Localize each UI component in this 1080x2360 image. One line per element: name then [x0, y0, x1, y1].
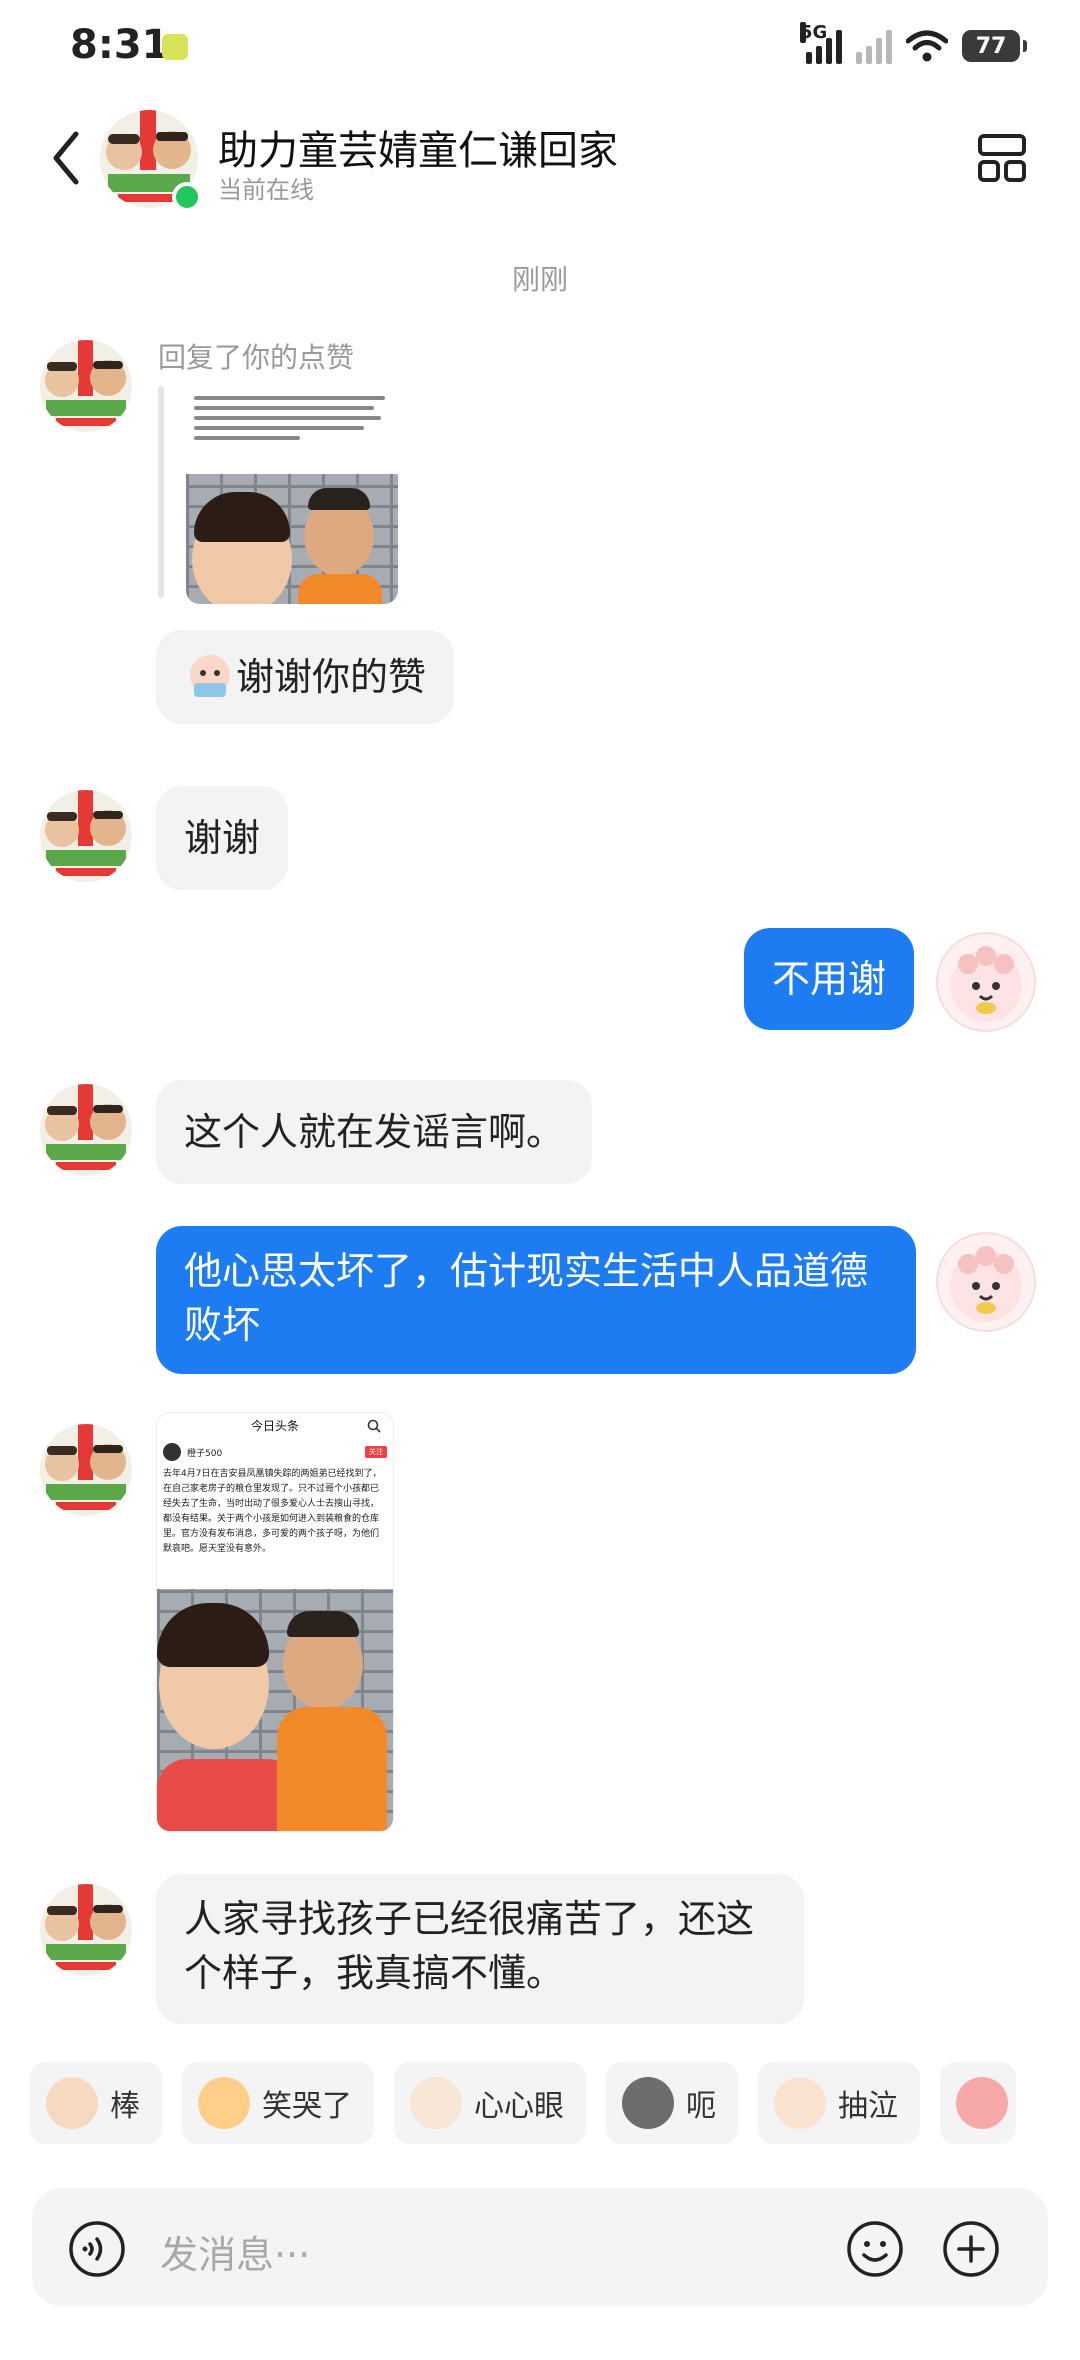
sticker-button[interactable]: 抽泣	[758, 2062, 920, 2144]
signal-secondary-icon	[856, 28, 892, 64]
message-text: 这个人就在发谣言啊。	[184, 1110, 565, 1154]
status-icons: 5G 77	[800, 22, 1027, 68]
message-text: 人家寻找孩子已经很痛苦了，还这个样子，我真搞不懂。	[184, 1897, 755, 1995]
timestamp-divider: 刚刚	[511, 263, 568, 296]
pink-creature-icon	[956, 2077, 1008, 2129]
article-author: 橙子500	[187, 1448, 223, 1459]
quote-bar	[158, 386, 164, 598]
my-message-bubble[interactable]: 他心思太坏了，估计现实生活中人品道德败坏	[156, 1226, 916, 1374]
laugh-cry-cat-icon	[198, 2077, 250, 2129]
friend-avatar[interactable]	[40, 340, 132, 432]
message-bubble[interactable]: 谢谢你的赞	[156, 630, 455, 724]
friend-avatar[interactable]	[40, 790, 132, 882]
back-button[interactable]	[38, 118, 98, 198]
message-bubble[interactable]: 人家寻找孩子已经很痛苦了，还这个样子，我真搞不懂。	[156, 1874, 804, 2024]
quick-sticker-bar: 棒 笑哭了 心心眼 呃 抽泣	[30, 2062, 1016, 2144]
my-avatar[interactable]	[936, 1232, 1036, 1332]
sticker-button[interactable]: 心心眼	[394, 2062, 586, 2144]
reply-hint: 回复了你的点赞	[158, 341, 355, 374]
shared-article-image[interactable]: 今日头条 橙子500 关注 去年4月7日在吉安县凤凰镇失踪的两姐弟已经找到了，在…	[156, 1412, 394, 1832]
status-time: 8:31	[70, 22, 170, 68]
message-input[interactable]: 发消息···	[160, 2224, 310, 2279]
my-message-bubble[interactable]: 不用谢	[743, 928, 914, 1030]
app-notification-icon	[162, 34, 188, 60]
message-text: 谢谢	[184, 816, 261, 860]
message-text: 他心思太坏了，估计现实生活中人品道德败坏	[184, 1249, 869, 1347]
online-status-dot	[172, 182, 202, 212]
battery-icon: 77	[962, 30, 1027, 62]
quoted-article-thumbnail[interactable]	[186, 384, 398, 604]
author-avatar	[163, 1443, 181, 1461]
more-options-button[interactable]	[942, 2220, 1000, 2278]
sticker-button[interactable]: 呃	[606, 2062, 738, 2144]
wifi-icon	[906, 30, 948, 62]
emoji-button[interactable]	[846, 2220, 904, 2278]
cute-sticker-icon	[190, 655, 230, 697]
message-bubble[interactable]: 谢谢	[156, 786, 289, 890]
search-icon	[367, 1419, 381, 1433]
friend-avatar[interactable]	[40, 1884, 132, 1976]
message-bubble[interactable]: 这个人就在发谣言啊。	[156, 1080, 593, 1184]
follow-button[interactable]: 关注	[365, 1446, 387, 1458]
message-text: 谢谢你的赞	[236, 655, 427, 699]
more-menu-button[interactable]	[976, 132, 1028, 184]
sticker-button[interactable]: 棒	[30, 2062, 162, 2144]
sticker-button[interactable]	[940, 2062, 1016, 2144]
friend-avatar[interactable]	[40, 1424, 132, 1516]
cat-thumbs-icon	[46, 2077, 98, 2129]
sob-cat-icon	[774, 2077, 826, 2129]
sticker-button[interactable]: 笑哭了	[182, 2062, 374, 2144]
article-body: 去年4月7日在吉安县凤凰镇失踪的两姐弟已经找到了，在自己家老房子的粮仓里发现了。…	[163, 1469, 382, 1554]
voice-input-button[interactable]	[68, 2220, 126, 2278]
heart-eyes-cat-icon	[410, 2077, 462, 2129]
message-text: 不用谢	[771, 957, 886, 1001]
gray-cat-icon	[622, 2077, 674, 2129]
online-status-text: 当前在线	[218, 176, 314, 204]
chat-title: 助力童芸婧童仁谦回家	[218, 128, 618, 174]
friend-avatar[interactable]	[40, 1084, 132, 1176]
my-avatar[interactable]	[936, 932, 1036, 1032]
signal-5g-icon: 5G	[800, 22, 842, 64]
article-app-name: 今日头条	[250, 1419, 299, 1433]
